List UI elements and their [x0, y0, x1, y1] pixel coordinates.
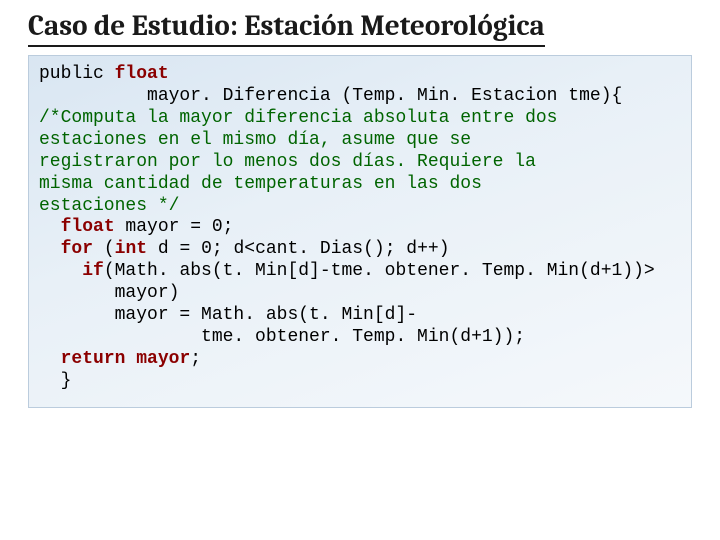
keyword-for: for [61, 239, 104, 259]
code-line-9c: d = 0; d<cant. Dias(); d++) [158, 239, 450, 259]
keyword-int: int [115, 239, 158, 259]
code-line-10a [39, 261, 82, 281]
keyword-float: float [115, 64, 169, 84]
comment-line-3: registraron por lo menos dos días. Requi… [39, 152, 536, 172]
slide: Caso de Estudio: Estación Meteorológica … [0, 0, 720, 540]
code-block: public float mayor. Diferencia (Temp. Mi… [28, 55, 692, 408]
code-line-13: tme. obtener. Temp. Min(d+1)); [39, 327, 525, 347]
code-line-14a [39, 349, 61, 369]
code-line-8b: mayor = 0; [125, 217, 233, 237]
code-line-11: mayor) [39, 283, 179, 303]
code-line-8a [39, 217, 61, 237]
comment-line-2: estaciones en el mismo día, asume que se [39, 130, 471, 150]
keyword-return: return [61, 349, 137, 369]
code-line-14b: ; [190, 349, 201, 369]
var-mayor: mayor [136, 349, 190, 369]
keyword-if: if [82, 261, 104, 281]
code-line-15: } [39, 371, 71, 391]
comment-line-4: misma cantidad de temperaturas en las do… [39, 174, 482, 194]
keyword-float2: float [61, 217, 126, 237]
comment-line-5: estaciones */ [39, 196, 179, 216]
comment-line-1: /*Computa la mayor diferencia absoluta e… [39, 108, 557, 128]
code-line-12: mayor = Math. abs(t. Min[d]- [39, 305, 417, 325]
code-line-2: mayor. Diferencia (Temp. Min. Estacion t… [39, 86, 622, 106]
page-title: Caso de Estudio: Estación Meteorológica [28, 10, 545, 47]
code-line-10b: (Math. abs(t. Min[d]-tme. obtener. Temp.… [104, 261, 655, 281]
code-line-1a: public [39, 64, 115, 84]
code-line-9b: ( [104, 239, 115, 259]
code-line-9a [39, 239, 61, 259]
